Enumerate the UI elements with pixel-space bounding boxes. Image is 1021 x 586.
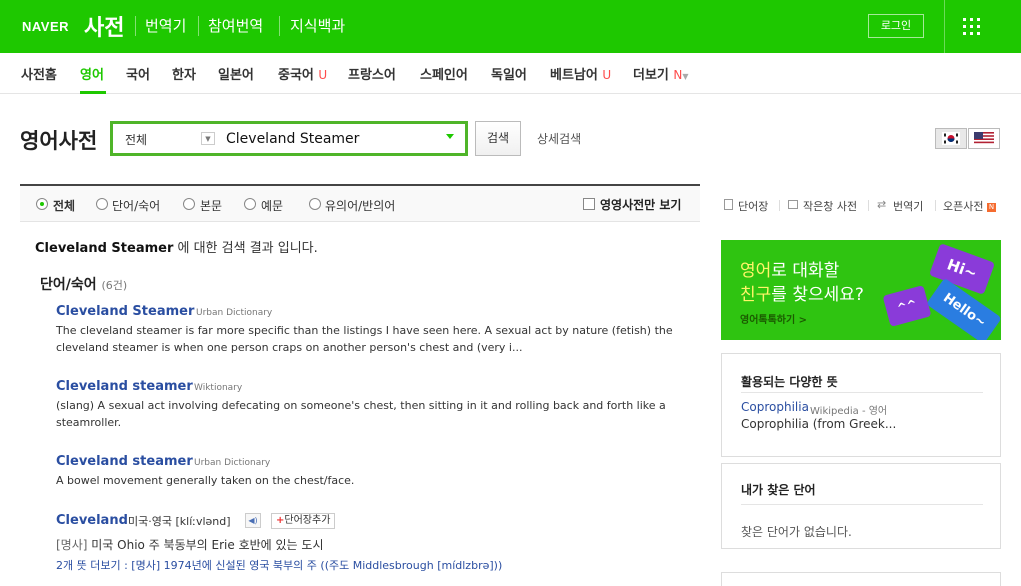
entry-word-link[interactable]: Cleveland steamer xyxy=(56,379,193,394)
lang-tab-chinese[interactable]: 중국어 U xyxy=(278,64,327,83)
box-title: 내가 찾은 단어 xyxy=(741,483,816,497)
lang-tab-japanese[interactable]: 일본어 xyxy=(218,64,254,83)
add-to-wordbook-button[interactable]: +단어장추가 xyxy=(271,513,336,529)
chevron-down-icon: ▼ xyxy=(682,72,689,81)
translate-icon: ⇄ xyxy=(877,198,887,211)
lang-tab-korean[interactable]: 국어 xyxy=(126,64,150,83)
english-only-label[interactable]: 영영사전만 보기 xyxy=(600,196,681,213)
active-tab-indicator xyxy=(80,91,106,94)
banner-link[interactable]: 영어톡톡하기 > xyxy=(740,311,807,326)
pronunciation: 미국·영국 [klíːvlənd] xyxy=(128,515,231,528)
divider xyxy=(944,0,945,53)
radio-words[interactable] xyxy=(96,198,108,210)
search-input[interactable]: Cleveland Steamer xyxy=(226,131,359,147)
filter-label[interactable]: 단어/숙어 xyxy=(112,197,160,214)
divider xyxy=(935,200,936,211)
entry-definition: The cleveland steamer is far more specif… xyxy=(56,324,673,354)
banner-headline: 친구를 찾으세요? xyxy=(740,285,864,305)
search-button[interactable]: 검색 xyxy=(475,121,521,156)
naver-logo[interactable]: NAVER xyxy=(22,19,69,34)
wordbook-link[interactable]: 단어장 xyxy=(738,198,768,214)
more-meanings-link[interactable]: 2개 뜻 더보기 : [명사] 1974년에 신설된 영국 북부의 주 ((주도… xyxy=(56,557,502,573)
korean-flag-icon[interactable] xyxy=(935,128,967,149)
nav-translator[interactable]: 번역기 xyxy=(145,15,186,36)
small-window-icon xyxy=(788,200,798,209)
filter-label[interactable]: 예문 xyxy=(261,197,283,214)
divider xyxy=(741,392,983,393)
translator-link[interactable]: 번역기 xyxy=(893,198,923,214)
lang-tab-french[interactable]: 프랑스어 xyxy=(348,64,396,83)
divider xyxy=(198,16,199,36)
nav-participate-translation[interactable]: 참여번역 xyxy=(208,15,263,36)
scope-select[interactable]: 전체 xyxy=(125,131,147,148)
result-summary: Cleveland Steamer 에 대한 검색 결과 입니다. xyxy=(35,237,318,256)
language-nav: 사전홈 영어 국어 한자 일본어 중국어 U 프랑스어 스페인어 독일어 베트남… xyxy=(0,53,1021,94)
section-count: (6건) xyxy=(101,279,128,292)
nav-knowledge-encyclopedia[interactable]: 지식백과 xyxy=(290,15,345,36)
english-only-checkbox[interactable] xyxy=(583,198,595,210)
entry-source: Urban Dictionary xyxy=(194,458,271,468)
meaning-source: Wikipedia - 영어 xyxy=(810,406,888,417)
next-sidebar-box xyxy=(721,572,1001,586)
section-title: 단어/숙어 (6건) xyxy=(40,277,128,293)
top-bar: NAVER 사전 번역기 참여번역 지식백과 로그인 xyxy=(0,0,1021,53)
radio-examples[interactable] xyxy=(244,198,256,210)
entry-source: Wiktionary xyxy=(194,383,243,393)
box-title: 활용되는 다양한 뜻 xyxy=(741,375,838,389)
divider xyxy=(741,504,983,505)
lang-tab-more[interactable]: 더보기 N▼ xyxy=(633,64,689,83)
recent-words-box: 내가 찾은 단어 찾은 단어가 없습니다. xyxy=(721,463,1001,549)
search-box: 전체 ▼ Cleveland Steamer xyxy=(110,121,468,156)
recent-empty-text: 찾은 단어가 없습니다. xyxy=(741,525,852,539)
autocomplete-toggle-icon[interactable] xyxy=(446,134,454,139)
lang-tab-english[interactable]: 영어 xyxy=(80,64,104,83)
summary-query: Cleveland Steamer xyxy=(35,241,174,256)
divider xyxy=(868,200,869,211)
various-meanings-box: 활용되는 다양한 뜻 Coprophilia Wikipedia - 영어 Co… xyxy=(721,353,1001,457)
lang-tab-vietnamese[interactable]: 베트남어 U xyxy=(550,64,611,83)
entry-word-link[interactable]: Cleveland steamer xyxy=(56,454,193,469)
advanced-search-link[interactable]: 상세검색 xyxy=(537,130,581,147)
smile-bubble: ^^ xyxy=(882,285,932,327)
entry-definition: (slang) A sexual act involving defecatin… xyxy=(56,399,666,429)
filter-bar: 전체 단어/숙어 본문 예문 유의어/반의어 영영사전만 보기 xyxy=(20,186,700,222)
filter-label[interactable]: 본문 xyxy=(200,197,222,214)
us-flag-icon[interactable] xyxy=(968,128,1000,149)
chat-friend-banner[interactable]: 영어로 대화할 친구를 찾으세요? 영어톡톡하기 > Hi~ ^^ Hello~ xyxy=(721,240,1001,340)
meaning-desc: Coprophilia (from Greek... xyxy=(741,417,897,431)
update-mark: U xyxy=(602,68,612,82)
speaker-icon[interactable]: ◀) xyxy=(245,513,261,528)
divider xyxy=(779,200,780,211)
entry-word-link[interactable]: Cleveland Steamer xyxy=(56,304,194,319)
entry-meaning: [명사] 미국 Ohio 주 북동부의 Erie 호반에 있는 도시 xyxy=(56,538,324,552)
lang-tab-hanja[interactable]: 한자 xyxy=(172,64,196,83)
login-button[interactable]: 로그인 xyxy=(868,14,924,38)
meaning-word-link[interactable]: Coprophilia xyxy=(741,400,809,414)
radio-all[interactable] xyxy=(36,198,48,210)
divider xyxy=(135,16,136,36)
lang-tab-home[interactable]: 사전홈 xyxy=(21,64,57,83)
banner-headline: 영어로 대화할 xyxy=(740,261,840,281)
radio-body[interactable] xyxy=(183,198,195,210)
chevron-down-icon[interactable]: ▼ xyxy=(201,132,215,145)
open-dict-link[interactable]: 오픈사전 N xyxy=(943,198,996,214)
filter-label[interactable]: 전체 xyxy=(53,197,75,214)
entry-word-link[interactable]: Cleveland xyxy=(56,513,128,528)
lang-tab-german[interactable]: 독일어 xyxy=(491,64,527,83)
radio-synonyms[interactable] xyxy=(309,198,321,210)
small-dict-link[interactable]: 작은창 사전 xyxy=(803,198,857,214)
summary-suffix: 에 대한 검색 결과 입니다. xyxy=(173,241,318,256)
page-title: 영어사전 xyxy=(20,129,98,153)
wordbook-icon xyxy=(724,199,733,210)
entry-definition: A bowel movement generally taken on the … xyxy=(56,474,355,487)
grid-icon[interactable] xyxy=(963,18,980,35)
lang-tab-spanish[interactable]: 스페인어 xyxy=(420,64,468,83)
entry-source: Urban Dictionary xyxy=(196,308,273,318)
divider xyxy=(279,16,280,36)
filter-label[interactable]: 유의어/반의어 xyxy=(325,197,395,214)
new-badge: N xyxy=(986,202,996,212)
update-mark: U xyxy=(318,68,328,82)
dictionary-logo[interactable]: 사전 xyxy=(84,10,124,42)
